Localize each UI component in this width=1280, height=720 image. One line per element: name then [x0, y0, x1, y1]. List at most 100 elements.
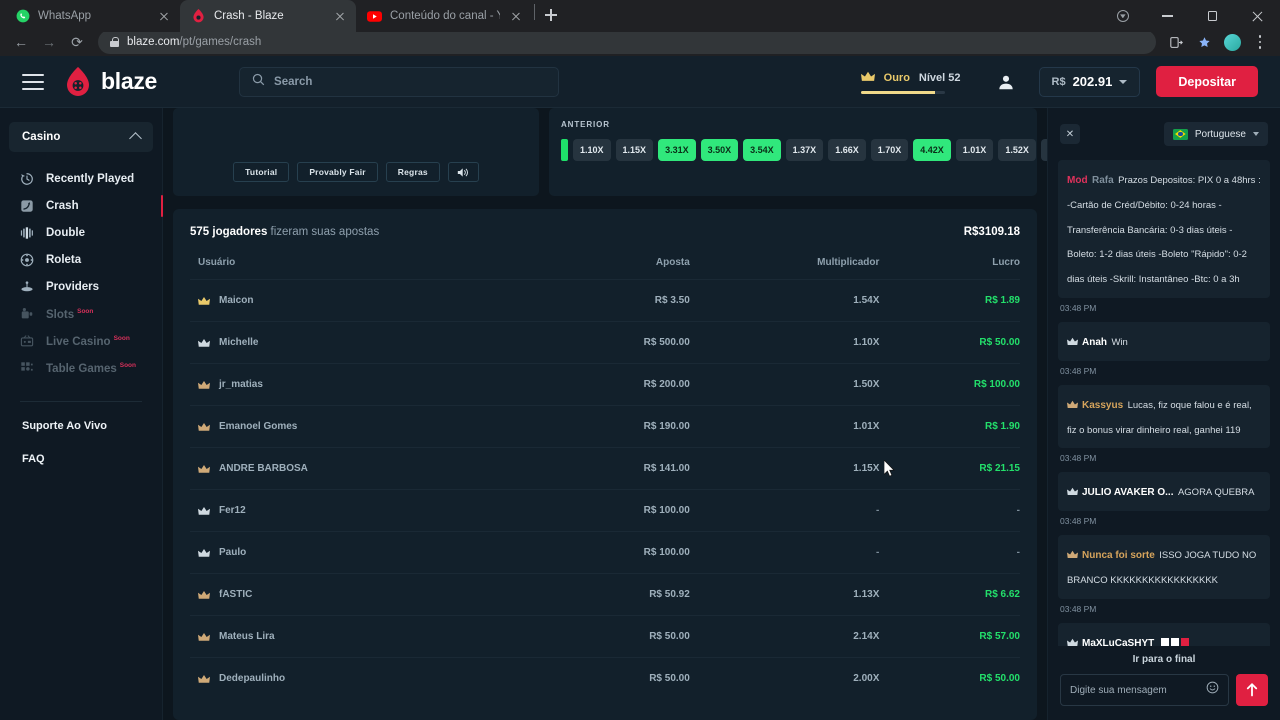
cell-multiplier: 1.54X [689, 279, 880, 322]
sidebar-item-recently-played[interactable]: Recently Played [0, 166, 162, 192]
brand-logo-group[interactable]: blaze [64, 66, 157, 97]
chat-header: ✕ Portuguese [1048, 108, 1280, 160]
smiley-icon[interactable] [1206, 681, 1219, 699]
cell-bet: R$ 3.50 [549, 279, 690, 322]
crown-icon [198, 674, 210, 684]
sidebar-item-live-casino[interactable]: Live Casino Soon [0, 328, 162, 354]
forward-button[interactable]: → [36, 29, 62, 55]
bookmark-star-icon[interactable] [1192, 30, 1216, 54]
result-chip[interactable]: 1.01X [955, 139, 994, 161]
result-chip[interactable]: 1.10X [573, 139, 611, 161]
result-chip[interactable]: 3.54X [743, 139, 781, 161]
sidebar-item-providers[interactable]: Providers [0, 274, 162, 300]
sidebar-item-slots[interactable]: Slots Soon [0, 301, 162, 327]
result-chip[interactable]: 1.70X [870, 139, 909, 161]
result-chip[interactable]: 1.15X [615, 139, 654, 161]
chat-username[interactable]: Kassyus [1082, 400, 1123, 411]
result-chip[interactable]: 4.42X [913, 139, 951, 161]
cell-user: Mateus Lira [190, 615, 550, 658]
sidebar-link-support[interactable]: Suporte Ao Vivo [0, 420, 162, 432]
chat-username[interactable]: Nunca foi sorte [1082, 550, 1155, 561]
providers-icon [19, 280, 34, 295]
level-number: Nível 52 [918, 72, 961, 84]
back-button[interactable]: ← [8, 29, 34, 55]
result-chip[interactable]: 3.31X [658, 139, 696, 161]
deposit-button[interactable]: Depositar [1156, 66, 1258, 97]
chat-username[interactable]: JULIO AVAKER O... [1082, 487, 1174, 498]
speaker-icon[interactable] [447, 162, 479, 182]
sidebar-item-table-games[interactable]: Table Games Soon [0, 355, 162, 381]
sidebar-item-label: Crash [46, 200, 79, 212]
chat-username[interactable]: Anah [1082, 337, 1107, 348]
brazil-flag-icon [1172, 128, 1188, 140]
table-row[interactable]: Michelle R$ 500.00 1.10X R$ 50.00 [190, 321, 1020, 364]
table-row[interactable]: Paulo R$ 100.00 - - [190, 531, 1020, 574]
browser-tab-youtube-studio[interactable]: Conteúdo do canal - YouTube St [356, 0, 532, 32]
tutorial-button[interactable]: Tutorial [233, 162, 290, 182]
cell-user: Maicon [190, 279, 550, 322]
bets-table-body: Maicon R$ 3.50 1.54X R$ 1.89 Michelle R$… [190, 279, 1020, 699]
table-row[interactable]: jr_matias R$ 200.00 1.50X R$ 100.00 [190, 363, 1020, 406]
close-icon[interactable] [156, 8, 172, 24]
sidebar-item-label: Table Games Soon [46, 361, 136, 375]
crown-icon [198, 296, 210, 306]
sidebar-divider [20, 401, 142, 402]
close-icon[interactable] [332, 8, 348, 24]
language-selector[interactable]: Portuguese [1163, 122, 1268, 146]
result-chip[interactable]: 1.66X [828, 139, 866, 161]
chat-username[interactable]: MaXLuCaSHYT [1082, 638, 1154, 646]
result-chip[interactable]: 3.50X [700, 139, 739, 161]
chrome-update-icon[interactable] [1100, 0, 1145, 32]
sidebar-item-double[interactable]: Double [0, 220, 162, 246]
sidebar-category-casino[interactable]: Casino [9, 122, 153, 152]
search-input[interactable]: Search [239, 66, 560, 97]
chat-messages[interactable]: Mod Rafa Prazos Depositos: PIX 0 a 48hrs… [1048, 160, 1280, 646]
cell-bet: R$ 100.00 [549, 531, 690, 574]
go-to-end-button[interactable]: Ir para o final [1060, 646, 1268, 674]
table-row[interactable]: fASTIC R$ 50.92 1.13X R$ 6.62 [190, 573, 1020, 616]
user-icon[interactable] [995, 71, 1017, 93]
page-body: Casino Recently Played Crash Double Role… [0, 108, 1280, 720]
close-icon[interactable] [508, 8, 524, 24]
send-message-button[interactable] [1236, 674, 1268, 706]
new-tab-button[interactable] [537, 1, 565, 29]
search-placeholder: Search [274, 75, 313, 88]
chat-message-input[interactable]: Digite sua mensagem [1060, 674, 1229, 706]
result-chip[interactable]: 1.52X [998, 139, 1036, 161]
wallet-balance[interactable]: R$ 202.91 [1038, 66, 1141, 97]
sidebar-item-crash[interactable]: Crash [0, 193, 163, 219]
level-indicator[interactable]: Ouro Nível 52 [860, 69, 961, 94]
table-row[interactable]: ANDRE BARBOSA R$ 141.00 1.15X R$ 21.15 [190, 447, 1020, 490]
browser-tab-whatsapp[interactable]: WhatsApp [4, 0, 180, 32]
url-host: blaze.com [127, 36, 180, 48]
chat-username[interactable]: Rafa [1092, 175, 1114, 186]
crown-icon [1067, 393, 1078, 408]
chat-timestamp: 03:48 PM [1060, 516, 1097, 527]
table-row[interactable]: Mateus Lira R$ 50.00 2.14X R$ 57.00 [190, 615, 1020, 658]
reload-button[interactable]: ⟳ [64, 29, 90, 55]
minimize-button[interactable] [1145, 0, 1190, 32]
sidebar-link-faq[interactable]: FAQ [0, 453, 162, 465]
install-icon[interactable] [1164, 30, 1188, 54]
result-chip[interactable]: 1.37X [785, 139, 824, 161]
cell-user: Emanoel Gomes [190, 405, 550, 448]
hamburger-icon[interactable] [22, 73, 44, 90]
address-bar[interactable]: blaze.com/pt/games/crash [98, 30, 1156, 54]
table-row[interactable]: Dedepaulinho R$ 50.00 2.00X R$ 50.00 [190, 657, 1020, 699]
close-window-button[interactable] [1235, 0, 1280, 32]
close-icon[interactable]: ✕ [1060, 124, 1080, 144]
table-row[interactable]: Fer12 R$ 100.00 - - [190, 489, 1020, 532]
result-chip[interactable]: 1.00X [1040, 139, 1047, 161]
maximize-button[interactable] [1190, 0, 1235, 32]
lock-icon [110, 37, 119, 47]
sidebar-item-roleta[interactable]: Roleta [0, 247, 162, 273]
browser-tab-crash-blaze[interactable]: Crash - Blaze [180, 0, 356, 32]
provably-fair-button[interactable]: Provably Fair [297, 162, 378, 182]
kebab-menu-icon[interactable] [1248, 30, 1272, 54]
crown-icon [860, 69, 875, 87]
table-row[interactable]: Emanoel Gomes R$ 190.00 1.01X R$ 1.90 [190, 405, 1020, 448]
game-panel-row: Tutorial Provably Fair Regras ANTERIOR 1… [173, 108, 1047, 196]
profile-avatar[interactable] [1220, 30, 1244, 54]
table-row[interactable]: Maicon R$ 3.50 1.54X R$ 1.89 [190, 279, 1020, 322]
rules-button[interactable]: Regras [385, 162, 440, 182]
